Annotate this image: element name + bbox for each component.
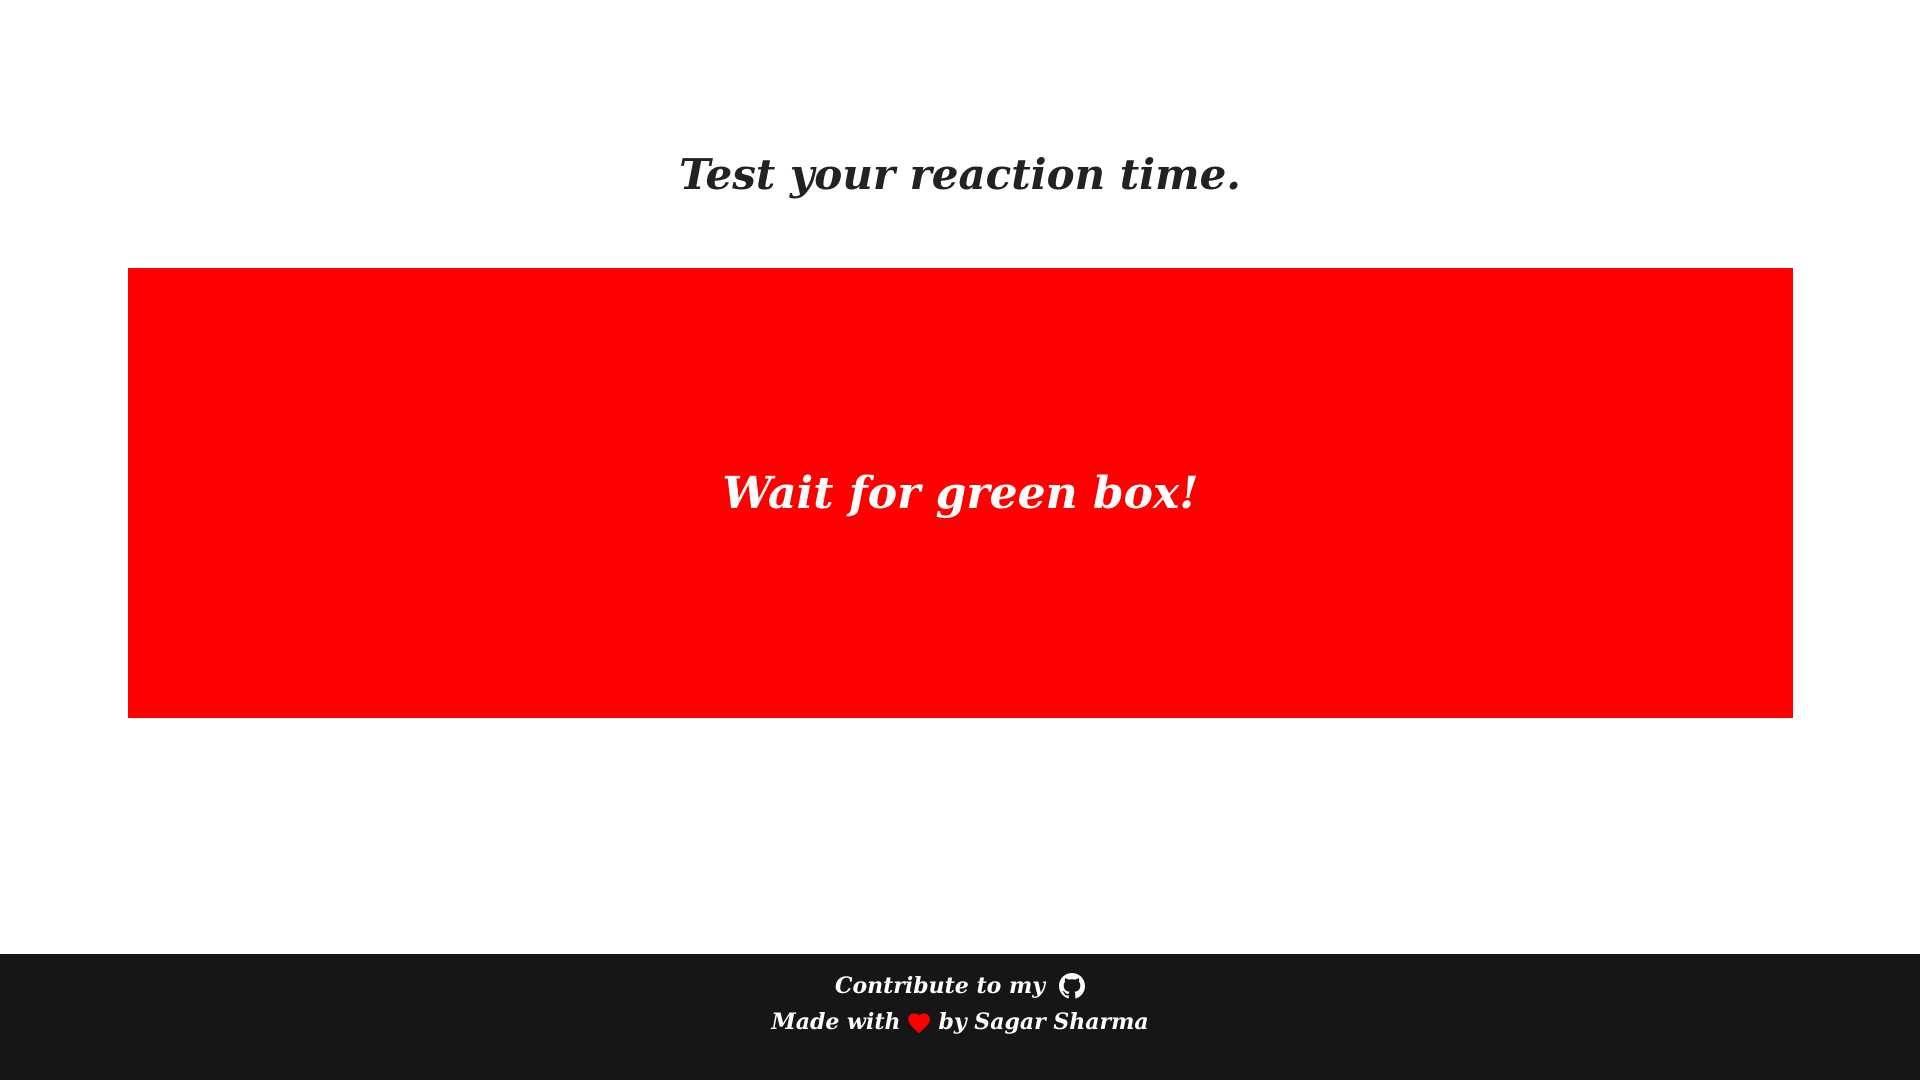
footer: Contribute to my Made with by Sagar Shar… (0, 954, 1920, 1080)
reaction-message: Wait for green box! (722, 467, 1199, 519)
footer-credit-line: Made with by Sagar Sharma (0, 1004, 1920, 1040)
reaction-box[interactable]: Wait for green box! (128, 268, 1793, 718)
author-text: by Sagar Sharma (938, 1009, 1149, 1035)
made-with-text: Made with (771, 1009, 901, 1035)
page-title: Test your reaction time. (679, 150, 1241, 199)
github-link[interactable] (1059, 973, 1086, 999)
footer-contribute-line: Contribute to my (0, 968, 1920, 1004)
github-icon (1059, 973, 1086, 999)
heart-icon (906, 1010, 932, 1034)
contribute-text: Contribute to my (834, 973, 1046, 999)
